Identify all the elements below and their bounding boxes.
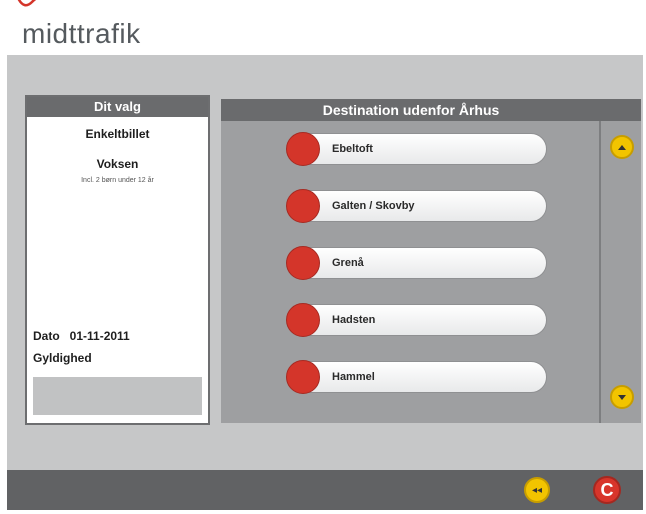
scroll-down-button[interactable] <box>610 385 634 409</box>
swirl-logo-icon <box>17 0 37 7</box>
passenger-type: Voksen <box>96 157 139 171</box>
logo-text: midttrafik <box>22 18 141 49</box>
red-dot-icon <box>286 189 320 223</box>
chevron-up-icon <box>618 144 626 150</box>
destination-label: Galten / Skovby <box>332 200 415 212</box>
date-row: Dato 01-11-2011 <box>33 329 130 343</box>
bottom-bar: ◂◂ C <box>7 470 643 510</box>
destination-button-ebeltoft[interactable]: Ebeltoft <box>286 132 547 166</box>
destination-label: Hammel <box>332 371 375 383</box>
destination-button-hammel[interactable]: Hammel <box>286 360 547 394</box>
destination-label: Ebeltoft <box>332 143 373 155</box>
selection-panel: Dit valg Enkeltbillet Voksen Incl. 2 bør… <box>25 95 210 425</box>
date-label: Dato <box>33 329 60 343</box>
kiosk-screen: Dit valg Enkeltbillet Voksen Incl. 2 bør… <box>7 55 643 510</box>
destination-list: Ebeltoft Galten / Skovby Grenå Hadsten H… <box>286 132 547 418</box>
scroll-column <box>599 121 641 423</box>
red-dot-icon <box>286 132 320 166</box>
validity-label: Gyldighed <box>33 351 92 365</box>
destination-button-galten-skovby[interactable]: Galten / Skovby <box>286 189 547 223</box>
destination-label: Grenå <box>332 257 364 269</box>
destination-panel-title: Destination udenfor Århus <box>221 99 641 121</box>
passenger-note: Incl. 2 børn under 12 år <box>81 177 154 184</box>
back-button[interactable]: ◂◂ <box>524 477 550 503</box>
destination-panel: Destination udenfor Århus Ebeltoft Galte… <box>221 99 641 423</box>
red-dot-icon <box>286 246 320 280</box>
selection-panel-title: Dit valg <box>27 97 208 117</box>
rewind-icon: ◂◂ <box>531 484 543 496</box>
red-dot-icon <box>286 303 320 337</box>
destination-button-grena[interactable]: Grenå <box>286 246 547 280</box>
selection-summary-box <box>33 377 202 415</box>
cancel-button[interactable]: C <box>593 476 621 504</box>
chevron-down-icon <box>618 394 626 400</box>
cancel-icon: C <box>600 479 614 500</box>
red-dot-icon <box>286 360 320 394</box>
destination-label: Hadsten <box>332 314 376 326</box>
ticket-type: Enkeltbillet <box>85 127 150 141</box>
scroll-up-button[interactable] <box>610 135 634 159</box>
destination-button-hadsten[interactable]: Hadsten <box>286 303 547 337</box>
date-value: 01-11-2011 <box>69 329 130 343</box>
